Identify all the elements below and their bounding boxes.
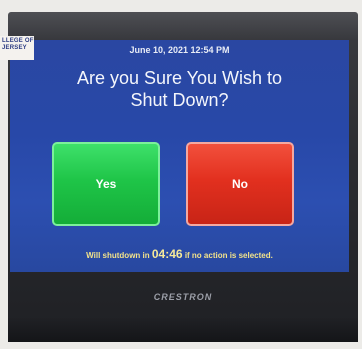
no-button[interactable]: No <box>186 142 294 226</box>
shutdown-prompt: Are you Sure You Wish to Shut Down? <box>76 68 283 110</box>
no-button-label: No <box>232 177 248 191</box>
college-logo-text: LLEGE OF JERSEY <box>2 38 34 51</box>
college-logo: LLEGE OF JERSEY <box>0 36 34 60</box>
bezel-sheen <box>8 12 358 40</box>
yes-button-label: Yes <box>95 177 117 191</box>
date-time-display: June 10, 2021 12:54 PM <box>129 45 230 55</box>
countdown-suffix: if no action is selected. <box>184 251 273 260</box>
yes-button[interactable]: Yes <box>52 142 160 226</box>
bezel-bottom-edge <box>8 318 358 342</box>
touch-screen: June 10, 2021 12:54 PM Are you Sure You … <box>10 40 349 272</box>
countdown-time: 04:46 <box>151 247 183 261</box>
crestron-brand-logo: CRESTRON <box>153 292 213 302</box>
countdown-prefix: Will shutdown in <box>86 251 150 260</box>
shutdown-countdown: Will shutdown in 04:46 if no action is s… <box>10 247 349 261</box>
